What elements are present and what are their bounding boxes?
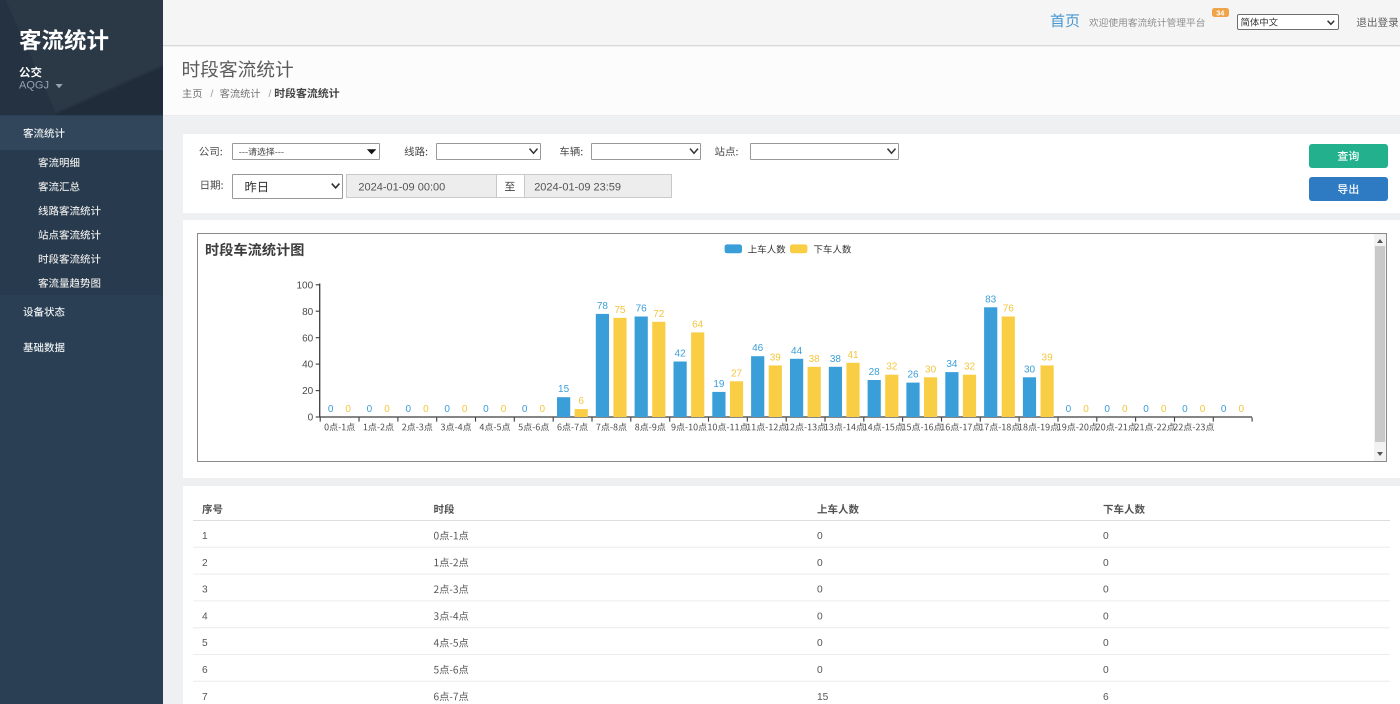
svg-text:0: 0 bbox=[345, 404, 351, 415]
svg-text:39: 39 bbox=[1042, 352, 1054, 363]
svg-text:6: 6 bbox=[202, 665, 208, 676]
svg-text:15: 15 bbox=[817, 692, 829, 703]
svg-text:4: 4 bbox=[202, 611, 208, 622]
svg-text:0: 0 bbox=[308, 413, 314, 424]
svg-text:2024-01-09 00:00: 2024-01-09 00:00 bbox=[358, 181, 445, 193]
svg-text:72: 72 bbox=[653, 309, 665, 320]
svg-text:0: 0 bbox=[817, 638, 823, 649]
svg-text:0: 0 bbox=[1103, 611, 1109, 622]
svg-text:0: 0 bbox=[817, 665, 823, 676]
svg-text:0: 0 bbox=[1122, 404, 1128, 415]
svg-text:34: 34 bbox=[946, 359, 958, 370]
svg-text:0: 0 bbox=[1200, 404, 1206, 415]
svg-text:28: 28 bbox=[869, 367, 881, 378]
svg-text:0: 0 bbox=[1239, 404, 1245, 415]
svg-text:32: 32 bbox=[964, 362, 976, 373]
svg-text:2: 2 bbox=[202, 558, 208, 569]
svg-text:6: 6 bbox=[578, 396, 584, 407]
svg-text:0: 0 bbox=[483, 404, 489, 415]
svg-text:0: 0 bbox=[462, 404, 468, 415]
svg-text:38: 38 bbox=[830, 354, 842, 365]
svg-text:26: 26 bbox=[907, 370, 919, 381]
svg-text:83: 83 bbox=[985, 294, 997, 305]
svg-text:6: 6 bbox=[1103, 692, 1109, 703]
svg-text:0: 0 bbox=[444, 404, 450, 415]
svg-text:41: 41 bbox=[847, 350, 859, 361]
svg-text:0: 0 bbox=[1103, 558, 1109, 569]
svg-text:0: 0 bbox=[1221, 404, 1227, 415]
svg-text:7: 7 bbox=[202, 692, 208, 703]
svg-text:64: 64 bbox=[692, 319, 704, 330]
svg-text:76: 76 bbox=[636, 304, 648, 315]
svg-text:0: 0 bbox=[1103, 585, 1109, 596]
svg-text:19: 19 bbox=[713, 379, 725, 390]
svg-text:1: 1 bbox=[202, 531, 208, 542]
svg-text:100: 100 bbox=[297, 280, 314, 291]
svg-text:38: 38 bbox=[809, 354, 821, 365]
svg-text:0: 0 bbox=[1182, 404, 1188, 415]
svg-text:0: 0 bbox=[1066, 404, 1072, 415]
svg-text:30: 30 bbox=[1024, 364, 1036, 375]
svg-text:46: 46 bbox=[752, 343, 764, 354]
svg-text:0: 0 bbox=[406, 404, 412, 415]
svg-text:32: 32 bbox=[886, 362, 898, 373]
svg-text:40: 40 bbox=[302, 360, 314, 371]
svg-text:0: 0 bbox=[367, 404, 373, 415]
svg-text:0: 0 bbox=[328, 404, 334, 415]
svg-text:0: 0 bbox=[522, 404, 528, 415]
svg-text:0: 0 bbox=[384, 404, 390, 415]
svg-text:42: 42 bbox=[675, 349, 687, 360]
svg-text:0: 0 bbox=[817, 558, 823, 569]
svg-text:20: 20 bbox=[302, 386, 314, 397]
svg-text:44: 44 bbox=[791, 346, 803, 357]
svg-text:/: / bbox=[269, 89, 272, 100]
svg-text:0: 0 bbox=[1104, 404, 1110, 415]
svg-text:30: 30 bbox=[925, 364, 937, 375]
svg-text:0: 0 bbox=[1103, 638, 1109, 649]
svg-text:76: 76 bbox=[1003, 304, 1015, 315]
svg-text:0: 0 bbox=[817, 585, 823, 596]
svg-text:0: 0 bbox=[1161, 404, 1167, 415]
svg-text:0: 0 bbox=[1103, 531, 1109, 542]
svg-text:AQGJ: AQGJ bbox=[19, 80, 49, 92]
svg-text:27: 27 bbox=[731, 368, 743, 379]
svg-text:15: 15 bbox=[558, 384, 570, 395]
svg-text:34: 34 bbox=[1216, 8, 1224, 17]
svg-text:39: 39 bbox=[770, 352, 782, 363]
svg-text:0: 0 bbox=[1083, 404, 1089, 415]
svg-text:0: 0 bbox=[1103, 665, 1109, 676]
svg-text:0: 0 bbox=[817, 611, 823, 622]
svg-text:5: 5 bbox=[202, 638, 208, 649]
svg-text:60: 60 bbox=[302, 333, 314, 344]
svg-text:0: 0 bbox=[423, 404, 429, 415]
svg-text:0: 0 bbox=[817, 531, 823, 542]
svg-text:0: 0 bbox=[540, 404, 546, 415]
svg-text:0: 0 bbox=[501, 404, 507, 415]
svg-text:78: 78 bbox=[597, 301, 609, 312]
svg-text:80: 80 bbox=[302, 307, 314, 318]
svg-text:/: / bbox=[211, 89, 214, 100]
svg-text:3: 3 bbox=[202, 585, 208, 596]
svg-text:75: 75 bbox=[614, 305, 626, 316]
svg-text:0: 0 bbox=[1143, 404, 1149, 415]
svg-text:2024-01-09 23:59: 2024-01-09 23:59 bbox=[534, 181, 621, 193]
